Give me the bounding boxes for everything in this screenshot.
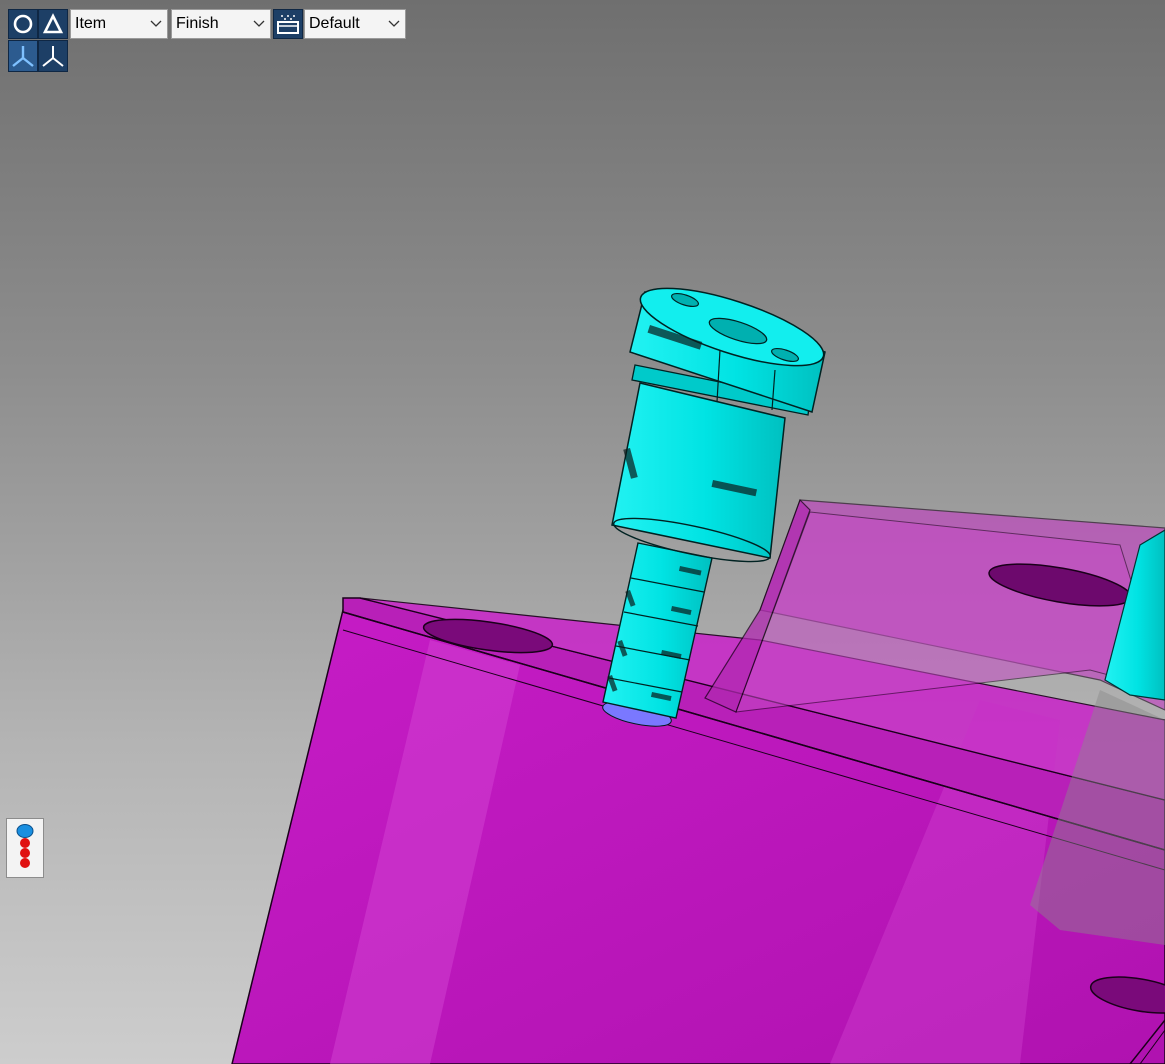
- view-options-icon: [277, 15, 299, 34]
- axis-view-button[interactable]: [8, 40, 38, 72]
- shading-mode-button[interactable]: [38, 9, 68, 39]
- chevron-down-icon: [252, 17, 266, 31]
- shading-mode-icon: [42, 13, 64, 34]
- 3d-scene: [231, 287, 1165, 1064]
- item-dropdown-value: Item: [75, 15, 107, 32]
- finish-dropdown-value: Finish: [176, 15, 219, 32]
- axis-toggle-icon: [42, 46, 64, 67]
- default-dropdown-value: Default: [309, 15, 360, 32]
- display-mode-button[interactable]: [8, 9, 38, 39]
- chevron-down-icon: [149, 17, 163, 31]
- view-toolbar: Item Finish Default: [8, 8, 406, 40]
- finish-dropdown[interactable]: Finish: [171, 9, 271, 39]
- layer-stack-button[interactable]: [6, 818, 44, 878]
- view-options-button[interactable]: [273, 9, 303, 39]
- chevron-down-icon: [387, 17, 401, 31]
- layer-stack-icon: [16, 824, 34, 868]
- display-mode-icon: [13, 14, 33, 34]
- axis-toolbar: [8, 40, 68, 72]
- 3d-viewport[interactable]: [0, 0, 1165, 1064]
- axis-view-icon: [12, 46, 34, 67]
- item-dropdown[interactable]: Item: [70, 9, 168, 39]
- default-dropdown[interactable]: Default: [304, 9, 406, 39]
- axis-toggle-button[interactable]: [38, 40, 68, 72]
